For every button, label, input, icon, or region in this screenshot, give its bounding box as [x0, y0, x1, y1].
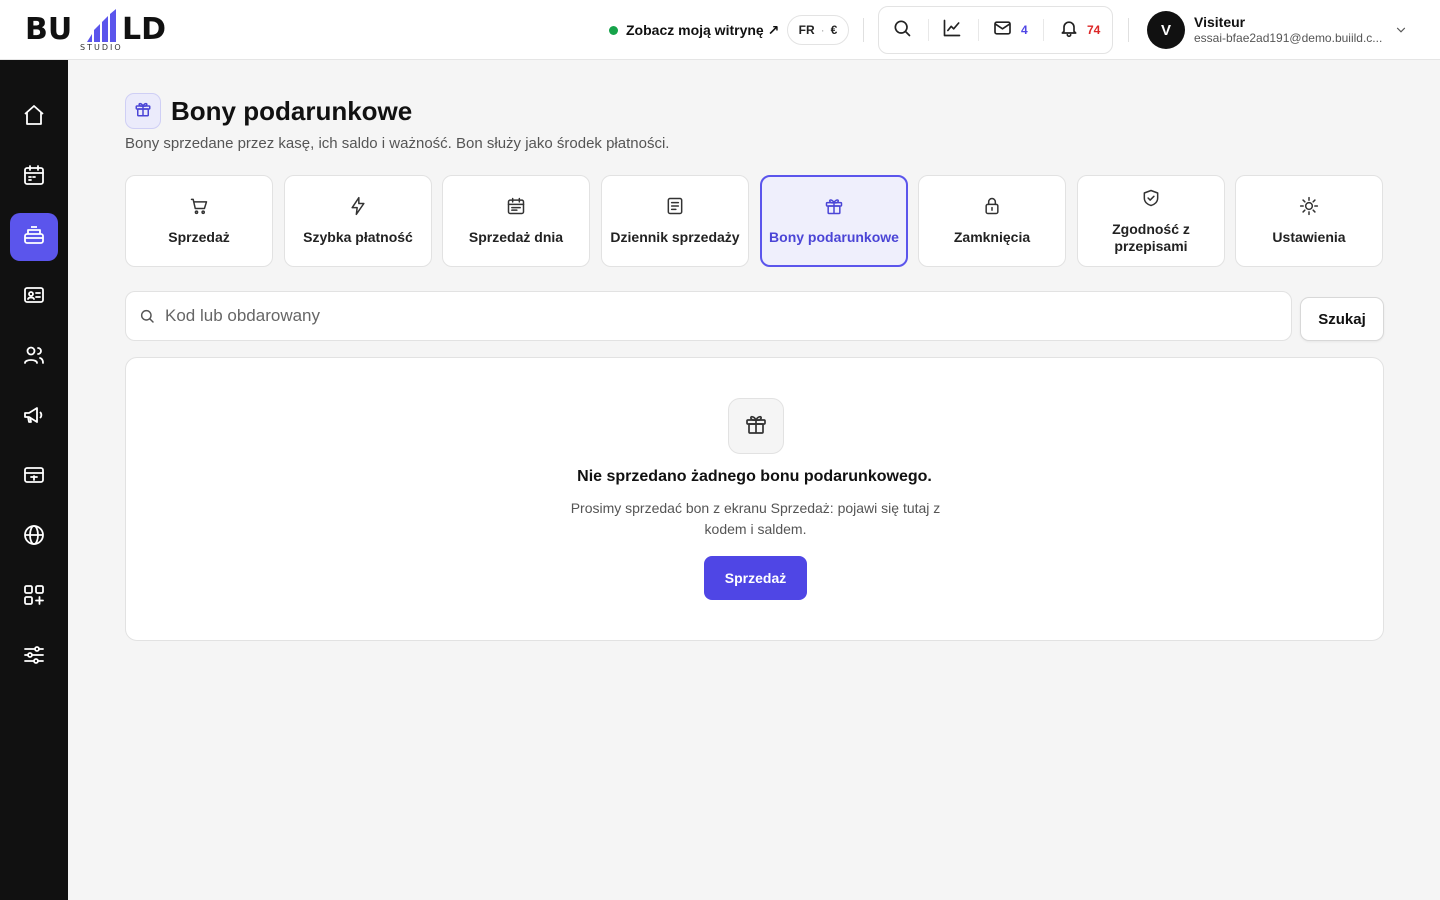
page-title-icon: [125, 93, 161, 129]
currency-label: €: [830, 23, 838, 37]
megaphone-icon: [22, 403, 46, 432]
tab-label: Ustawienia: [1272, 229, 1346, 245]
search-input[interactable]: [165, 306, 1291, 326]
messages-count: 4: [1021, 23, 1028, 37]
divider: [978, 19, 979, 41]
toolbar-group: 4 74: [878, 6, 1113, 54]
brand-logo[interactable]: BU LD STUDIO: [25, 8, 185, 52]
sidebar-item-apps[interactable]: [10, 573, 58, 621]
user-name[interactable]: Visiteur: [1194, 14, 1245, 30]
calendar-day-icon: [506, 196, 526, 221]
gift-icon: [744, 412, 768, 441]
users-icon: [22, 343, 46, 372]
tab-settings[interactable]: Ustawienia: [1235, 175, 1383, 267]
view-site-link[interactable]: Zobacz moją witrynę ↗: [609, 20, 779, 40]
language-currency-selector[interactable]: FR · €: [787, 15, 849, 45]
divider: [928, 19, 929, 41]
tab-label: Sprzedaż: [168, 229, 230, 245]
sun-gear-icon: [1299, 196, 1319, 221]
tab-label: Szybka płatność: [303, 229, 413, 245]
search-icon: [139, 308, 155, 324]
search-field[interactable]: [125, 291, 1292, 341]
tab-label: Sprzedaż dnia: [468, 229, 564, 245]
mail-icon: [992, 18, 1013, 43]
empty-state-title: Nie sprzedano żadnego bonu podarunkowego…: [577, 468, 932, 485]
empty-state-icon-box: [728, 398, 784, 454]
messages-button[interactable]: 4: [992, 7, 1028, 53]
cart-icon: [189, 196, 209, 221]
contact-card-icon: [22, 283, 46, 312]
chevron-down-icon[interactable]: [1394, 23, 1408, 42]
gift-icon: [134, 100, 152, 123]
lock-icon: [982, 196, 1002, 221]
tab-compliance[interactable]: Zgodność z przepisami: [1077, 175, 1225, 267]
svg-text:BU: BU: [25, 12, 72, 47]
separator-dot: ·: [820, 23, 825, 37]
sidebar-item-settings[interactable]: [10, 633, 58, 681]
user-avatar[interactable]: V: [1147, 11, 1185, 49]
notifications-button[interactable]: 74: [1059, 7, 1100, 53]
calendar-icon: [22, 163, 46, 192]
svg-text:STUDIO: STUDIO: [80, 43, 123, 52]
home-icon: [22, 103, 46, 132]
language-label: FR: [798, 23, 815, 37]
section-tabs: Sprzedaż Szybka płatność Sprzedaż dnia D…: [125, 175, 1384, 267]
lightning-icon: [348, 196, 368, 221]
page-subtitle: Bony sprzedane przez kasę, ich saldo i w…: [125, 135, 670, 152]
tab-sale[interactable]: Sprzedaż: [125, 175, 273, 267]
globe-icon: [22, 523, 46, 552]
sidebar-item-marketing[interactable]: [10, 393, 58, 441]
svg-text:LD: LD: [122, 12, 166, 47]
payment-icon: [22, 463, 46, 492]
bell-icon: [1059, 18, 1079, 43]
tab-label: Dziennik sprzedaży: [610, 229, 740, 245]
tab-label: Bony podarunkowe: [769, 229, 899, 245]
sidebar-item-register[interactable]: [10, 213, 58, 261]
apps-add-icon: [22, 583, 46, 612]
tab-label: Zgodność z przepisami: [1112, 220, 1190, 254]
shield-check-icon: [1141, 188, 1161, 213]
tab-daily-sales[interactable]: Sprzedaż dnia: [442, 175, 590, 267]
search-icon: [892, 18, 912, 43]
analytics-button[interactable]: [942, 7, 962, 53]
sell-voucher-button[interactable]: Sprzedaż: [704, 556, 807, 600]
tab-quick-payment[interactable]: Szybka płatność: [284, 175, 432, 267]
tab-sales-journal[interactable]: Dziennik sprzedaży: [601, 175, 749, 267]
sidebar: [0, 60, 68, 900]
view-site-label: Zobacz moją witrynę ↗: [626, 21, 780, 38]
sidebar-item-website[interactable]: [10, 513, 58, 561]
vouchers-empty-state: Nie sprzedano żadnego bonu podarunkowego…: [125, 357, 1384, 641]
tab-closures[interactable]: Zamknięcia: [918, 175, 1066, 267]
register-icon: [22, 223, 46, 252]
sidebar-item-contacts[interactable]: [10, 273, 58, 321]
search-submit-button[interactable]: Szukaj: [1300, 297, 1384, 341]
chart-icon: [942, 18, 962, 43]
search-button[interactable]: [892, 7, 912, 53]
document-icon: [665, 196, 685, 221]
page-title: Bony podarunkowe: [171, 96, 413, 126]
sidebar-item-users[interactable]: [10, 333, 58, 381]
divider: [863, 18, 864, 42]
sliders-icon: [22, 643, 46, 672]
user-email: essai-bfae2ad191@demo.buiild.c...: [1194, 31, 1383, 45]
top-bar: BU LD STUDIO Zobacz moją witrynę ↗ FR · …: [0, 0, 1440, 60]
tab-label: Zamknięcia: [953, 229, 1031, 245]
notifications-count: 74: [1087, 23, 1101, 37]
empty-state-description: Prosimy sprzedać bon z ekranu Sprzedaż: …: [570, 500, 941, 537]
sidebar-item-calendar[interactable]: [10, 153, 58, 201]
sidebar-item-home[interactable]: [10, 93, 58, 141]
online-status-dot: [609, 25, 618, 35]
sidebar-item-payments[interactable]: [10, 453, 58, 501]
divider: [1043, 19, 1044, 41]
gift-icon: [824, 196, 844, 221]
divider: [1128, 18, 1129, 42]
tab-gift-vouchers[interactable]: Bony podarunkowe: [760, 175, 908, 267]
